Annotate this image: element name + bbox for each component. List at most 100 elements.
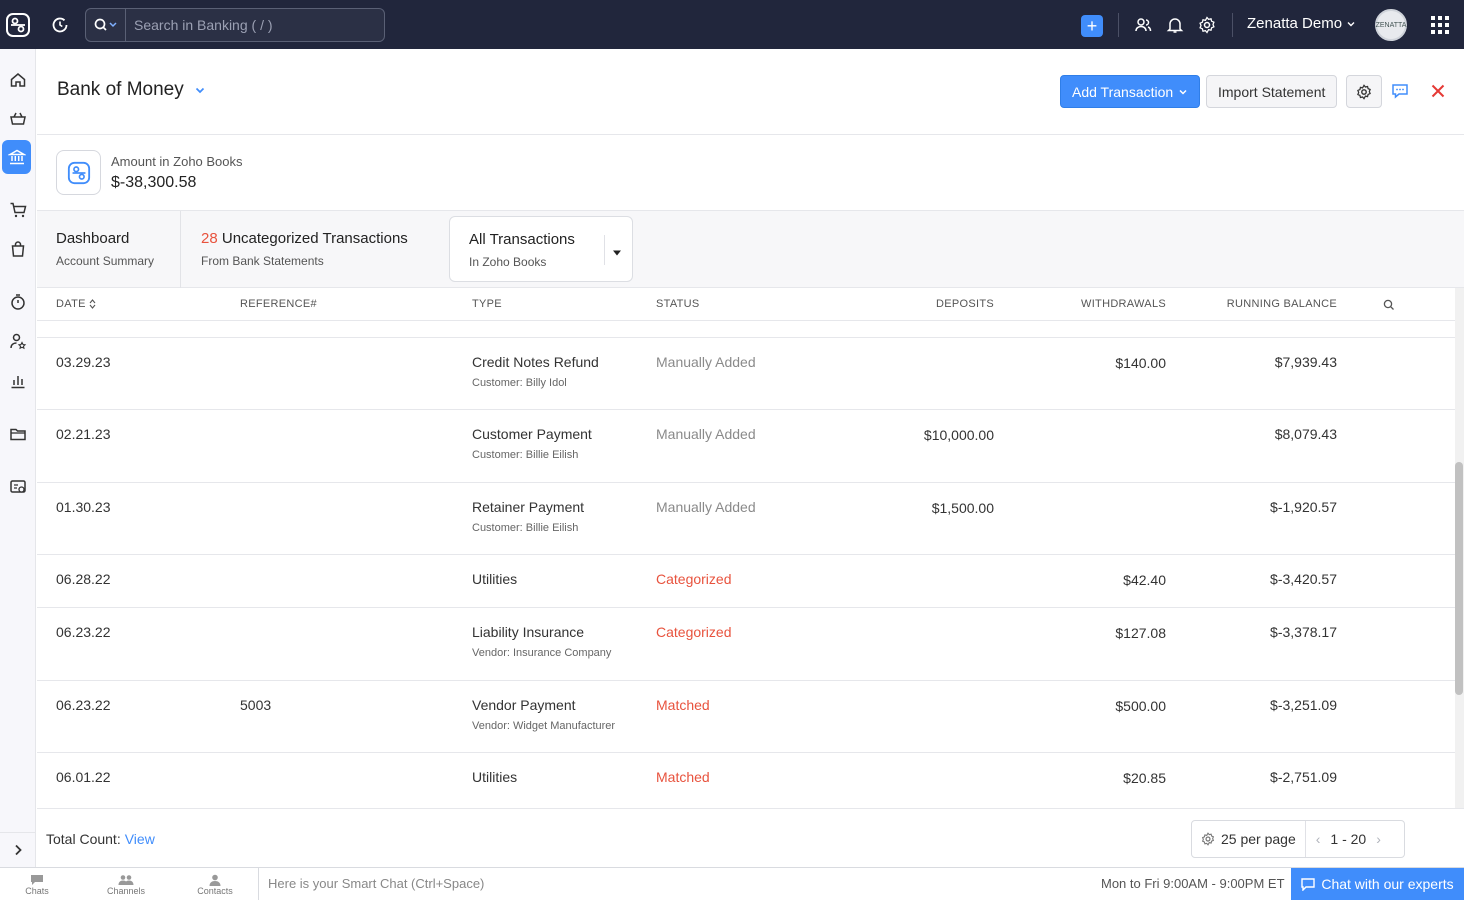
type-cell: Vendor Payment xyxy=(472,697,576,713)
notifications-bell-icon[interactable] xyxy=(1164,14,1186,36)
running-balance-cell: $7,939.43 xyxy=(1274,354,1337,370)
date-cell: 03.29.23 xyxy=(56,354,111,370)
contact-person-icon xyxy=(209,874,221,886)
chat-bubble-icon xyxy=(1301,877,1316,891)
table-row[interactable]: 06.01.22 Utilities Matched $20.85 $-2,751.09 xyxy=(37,753,1455,808)
withdrawal-cell: $127.08 xyxy=(1115,625,1166,641)
channels-tab[interactable]: Channels xyxy=(82,870,170,900)
users-icon[interactable] xyxy=(1132,14,1154,36)
deposit-cell: $10,000.00 xyxy=(923,427,994,443)
search-icon[interactable] xyxy=(86,9,126,41)
tab-all-transactions[interactable]: All Transactions In Zoho Books xyxy=(449,216,633,282)
chat-with-experts-button[interactable]: Chat with our experts xyxy=(1291,868,1464,900)
contacts-label: Contacts xyxy=(197,886,233,896)
view-total-count-link[interactable]: View xyxy=(125,831,155,847)
withdrawal-cell: $42.40 xyxy=(1123,572,1166,588)
divider xyxy=(604,235,605,265)
party-cell: Customer: Billy Idol xyxy=(472,377,567,389)
party-cell: Customer: Billie Eilish xyxy=(472,449,579,461)
global-search-box[interactable] xyxy=(85,8,385,42)
type-cell: Credit Notes Refund xyxy=(472,354,599,370)
time-tracking-stopwatch-icon[interactable] xyxy=(0,285,36,319)
zoho-books-logo-icon[interactable] xyxy=(0,0,36,49)
type-cell: Liability Insurance xyxy=(472,624,585,640)
column-header-status: STATUS xyxy=(656,298,700,310)
account-settings-button[interactable] xyxy=(1346,75,1382,108)
page-range: ‹ 1 - 20 › xyxy=(1306,831,1381,847)
column-header-date[interactable]: DATE xyxy=(56,298,96,310)
table-footer: Total Count: View 25 per page ‹ 1 - 20 › xyxy=(37,808,1464,867)
previous-page-chevron-left-icon[interactable]: ‹ xyxy=(1316,831,1321,847)
per-page-selector[interactable]: 25 per page xyxy=(1192,821,1306,857)
divider xyxy=(1118,13,1119,37)
status-cell: Matched xyxy=(656,769,710,785)
table-row[interactable]: 01.30.23 Retainer Payment Customer: Billie… xyxy=(37,483,1455,555)
table-body: 03.29.23 Credit Notes Refund Customer: Bil… xyxy=(37,288,1455,808)
column-header-type: TYPE xyxy=(472,298,502,310)
contacts-tab[interactable]: Contacts xyxy=(171,870,259,900)
running-balance-cell: $-2,751.09 xyxy=(1270,769,1337,785)
app-launcher-grid-icon[interactable] xyxy=(1430,15,1450,35)
account-selector[interactable]: Bank of Money xyxy=(57,79,206,101)
transactions-table: DATE REFERENCE# TYPE STATUS DEPOSITS WIT… xyxy=(37,288,1455,808)
home-icon[interactable] xyxy=(0,63,36,97)
table-row[interactable]: 02.21.23 Customer Payment Customer: Billie… xyxy=(37,410,1455,483)
recent-activity-icon[interactable] xyxy=(48,13,72,37)
table-scrollbar-thumb[interactable] xyxy=(1455,462,1463,695)
table-row[interactable]: 06.23.22 Liability Insurance Vendor: Insur… xyxy=(37,608,1455,681)
table-row[interactable]: 06.28.22 Utilities Categorized $42.40 $-3,42… xyxy=(37,555,1455,608)
caret-down-icon[interactable] xyxy=(612,244,622,262)
accountant-user-star-icon[interactable] xyxy=(0,324,36,358)
total-count: Total Count: View xyxy=(46,831,155,847)
page-header: Bank of Money Add Transaction Import Sta… xyxy=(37,49,1464,135)
tab-uncategorized-transactions[interactable]: 28 Uncategorized Transactions From Bank … xyxy=(182,211,447,288)
search-input[interactable] xyxy=(126,17,376,33)
table-header: DATE REFERENCE# TYPE STATUS DEPOSITS WIT… xyxy=(37,288,1455,321)
config-checklist-icon[interactable] xyxy=(0,470,36,504)
party-cell: Customer: Billie Eilish xyxy=(472,522,579,534)
tab-dashboard[interactable]: Dashboard Account Summary xyxy=(37,211,181,288)
page-range-label: 1 - 20 xyxy=(1330,831,1367,847)
chevron-down-icon xyxy=(1347,21,1355,26)
status-cell: Manually Added xyxy=(656,426,756,442)
reports-bar-chart-icon[interactable] xyxy=(0,364,36,398)
chat-with-experts-label: Chat with our experts xyxy=(1321,876,1454,892)
import-statement-button[interactable]: Import Statement xyxy=(1206,75,1338,108)
organization-name: Zenatta Demo xyxy=(1247,15,1343,32)
items-basket-icon[interactable] xyxy=(0,101,36,135)
search-icon[interactable] xyxy=(1383,298,1395,316)
sales-cart-icon[interactable] xyxy=(0,193,36,227)
column-header-running-balance: RUNNING BALANCE xyxy=(1226,298,1337,310)
date-cell: 06.23.22 xyxy=(56,624,111,640)
table-row[interactable]: 03.29.23 Credit Notes Refund Customer: Bil… xyxy=(37,338,1455,410)
purchases-bag-icon[interactable] xyxy=(0,232,36,266)
settings-gear-icon[interactable] xyxy=(1196,14,1218,36)
feedback-chat-icon[interactable] xyxy=(1389,78,1411,104)
running-balance-cell: $-1,920.57 xyxy=(1270,499,1337,515)
running-balance-cell: $-3,420.57 xyxy=(1270,571,1337,587)
documents-folder-icon[interactable] xyxy=(0,417,36,451)
column-header-deposits: DEPOSITS xyxy=(935,298,994,310)
user-avatar[interactable]: ZENATTA xyxy=(1375,9,1407,41)
chevron-down-icon xyxy=(195,87,204,94)
uncategorized-count: 28 xyxy=(201,230,218,247)
divider xyxy=(1232,13,1233,37)
chats-tab[interactable]: Chats xyxy=(0,870,81,900)
table-row[interactable]: 06.23.22 5003 Vendor Payment Vendor: Widget… xyxy=(37,681,1455,753)
column-header-reference: REFERENCE# xyxy=(240,298,317,310)
banking-bank-icon[interactable] xyxy=(2,140,31,174)
status-cell: Categorized xyxy=(656,571,732,587)
top-navigation-bar: + Zenatta Demo ZENATTA xyxy=(0,0,1464,49)
chats-label: Chats xyxy=(25,886,49,896)
smart-chat-input[interactable]: Here is your Smart Chat (Ctrl+Space) xyxy=(268,876,484,891)
divider xyxy=(258,868,259,900)
next-page-chevron-right-icon[interactable]: › xyxy=(1376,831,1381,847)
expand-sidebar-chevron-right-icon[interactable] xyxy=(0,832,36,867)
organization-switcher[interactable]: Zenatta Demo xyxy=(1247,15,1356,32)
quick-create-button[interactable]: + xyxy=(1081,15,1103,37)
total-count-label: Total Count: xyxy=(46,831,121,847)
running-balance-cell: $-3,378.17 xyxy=(1270,624,1337,640)
chat-bubble-icon xyxy=(31,875,43,885)
close-icon[interactable] xyxy=(1427,80,1449,102)
add-transaction-button[interactable]: Add Transaction xyxy=(1060,75,1201,108)
